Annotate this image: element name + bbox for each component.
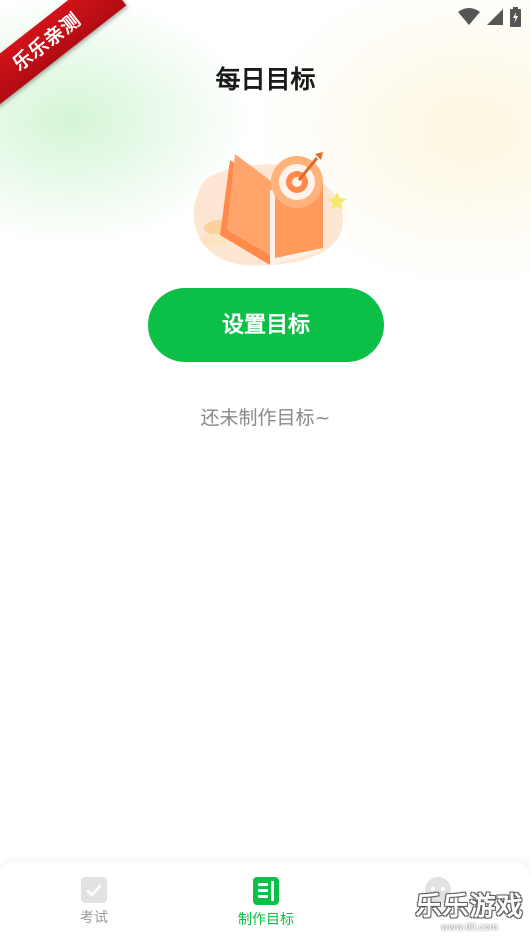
wifi-icon	[458, 8, 480, 25]
nav-label-make-goal: 制作目标	[238, 912, 294, 928]
set-goal-button[interactable]: 设置目标	[148, 288, 384, 362]
nav-item-exam[interactable]: 考试	[34, 876, 154, 927]
watermark-logo: 乐乐游戏 www.6ll.com	[408, 892, 531, 944]
goal-book-illustration	[193, 152, 347, 266]
status-icons	[458, 7, 521, 27]
signal-icon	[487, 9, 503, 25]
watermark-url: www.6ll.com	[441, 923, 498, 933]
empty-state-message: 还未制作目标~	[200, 407, 331, 429]
nav-label-exam: 考试	[80, 910, 108, 926]
page-title: 每日目标	[215, 65, 316, 94]
battery-icon	[510, 7, 521, 27]
nav-item-make-goal[interactable]: 制作目标	[206, 876, 326, 929]
watermark-text: 乐乐游戏	[415, 892, 524, 922]
goal-icon	[253, 877, 279, 905]
exam-icon	[81, 877, 107, 903]
